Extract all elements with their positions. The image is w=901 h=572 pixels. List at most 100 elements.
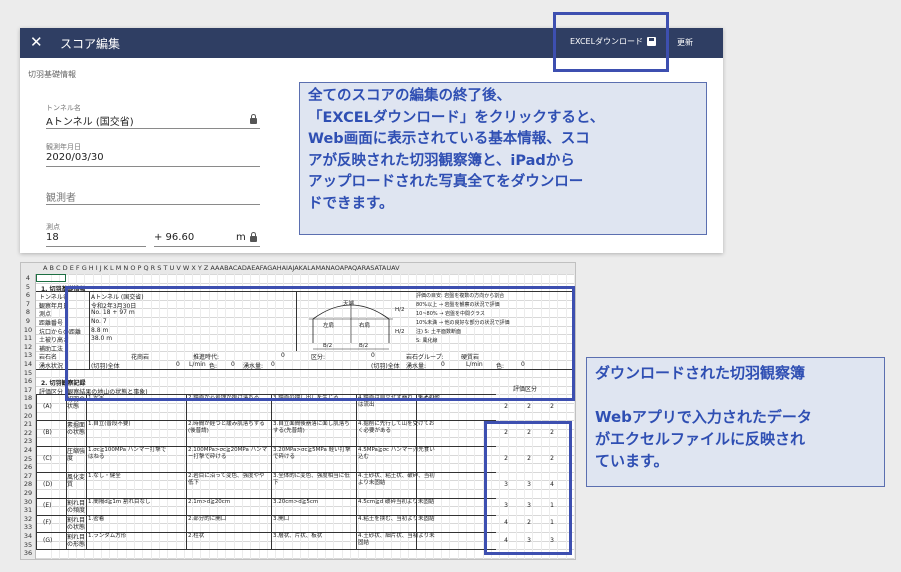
callout-spacer xyxy=(595,384,876,406)
eval-row-id: (B) xyxy=(43,429,52,437)
callout-line: ドできます。 xyxy=(308,195,394,212)
sheet-border xyxy=(271,497,272,515)
eval-option: 3.20MPa>σc≧5MPa 軽い打撃で砕ける xyxy=(273,447,351,460)
sheet-border xyxy=(86,497,87,515)
callout-line: Web画面に表示されている基本情報、スコ xyxy=(308,131,590,147)
eval-option: 4.5MPa≧σc ハンマー刃先食い込む xyxy=(358,447,435,460)
sheet-border xyxy=(66,420,67,446)
callout-line: アが反映された切羽観察簿と、iPadから xyxy=(308,152,575,169)
observer-field[interactable]: 観測者 xyxy=(46,189,76,204)
sheet-border xyxy=(86,420,87,446)
sheet-border xyxy=(36,549,496,551)
sheet-border xyxy=(416,471,417,498)
eval-score: 2 xyxy=(527,403,531,411)
page-title: スコア編集 xyxy=(60,37,121,51)
callout-line: 「EXCELダウンロード」をクリックすると、 xyxy=(308,109,605,126)
eval-option: 2.時間が経つと緩み肌落ちする(後普請) xyxy=(188,421,265,435)
sheet-explanation-callout: ダウンロードされた切羽観察簿 Webアプリで入力されたデータ がエクセルファイル… xyxy=(586,357,885,487)
sheet-border xyxy=(416,446,417,472)
station-plus-field: + 96.60 xyxy=(154,232,195,243)
eval-option: 1.自立(普段不要) xyxy=(88,421,131,428)
section-label: 切羽基礎情報 xyxy=(28,70,76,79)
sheet-border xyxy=(66,446,67,472)
date-underline xyxy=(46,166,260,167)
download-explanation-callout: 全てのスコアの編集の終了後、 「EXCELダウンロード」をクリックすると、 We… xyxy=(299,82,707,235)
observer-underline xyxy=(46,204,260,205)
eval-option: 4.粘土を挟む、当初より未固結 xyxy=(358,515,435,522)
sheet-border xyxy=(66,471,67,498)
sheet-border xyxy=(86,514,87,532)
sheet-border xyxy=(186,446,187,472)
eval-row-id: (A) xyxy=(43,403,52,411)
sheet-border xyxy=(271,471,272,498)
sheet-border xyxy=(86,532,87,550)
sheet-border xyxy=(416,514,417,532)
sheet-border xyxy=(86,471,87,498)
eval-option: 1.間隔d≧1m 割れ目なし xyxy=(88,498,151,505)
station-unit: m xyxy=(236,232,246,243)
sheet-border xyxy=(36,532,37,550)
station-label: 測点 xyxy=(46,223,60,231)
lock-icon xyxy=(250,232,257,242)
eval-row-name: 割れ目の形態 xyxy=(67,534,86,548)
eval-option: 1.ランダム方形 xyxy=(88,533,127,539)
sheet-border xyxy=(186,420,187,446)
station-underline xyxy=(46,246,146,247)
close-icon[interactable]: ✕ xyxy=(30,33,43,51)
tunnel-label: トンネル名 xyxy=(46,104,81,112)
eval-option: 4.5cm≧d 破砕当初より未固結 xyxy=(358,498,435,505)
date-label: 観測年月日 xyxy=(46,143,81,151)
sheet-border xyxy=(271,532,272,550)
callout-line: ています。 xyxy=(595,452,669,470)
eval-option: 2.1m>d≧20cm xyxy=(188,498,231,505)
update-button[interactable]: 更新 xyxy=(677,37,693,48)
eval-row-id: (C) xyxy=(43,454,52,462)
sheet-border xyxy=(66,514,67,532)
sheet-border xyxy=(36,514,37,532)
download-highlight-box xyxy=(553,12,669,72)
eval-row-id: (G) xyxy=(43,536,53,544)
sheet-border xyxy=(186,497,187,515)
sheet-border xyxy=(271,420,272,446)
sheet-border xyxy=(66,532,67,550)
sheet-border xyxy=(36,497,37,515)
eval-option: 3.20cm>d≧5cm xyxy=(273,498,319,505)
selected-cell[interactable] xyxy=(36,274,66,282)
eval-row-id: (D) xyxy=(43,480,53,488)
tunnel-field: Aトンネル (国交省) xyxy=(46,117,134,128)
sheet-border xyxy=(36,446,37,472)
date-field[interactable]: 2020/03/30 xyxy=(46,152,104,163)
eval-row-id: (F) xyxy=(43,519,52,527)
eval-option: 2.柱状 xyxy=(188,533,205,539)
eval-option: 2.岩目に沿って変色、強度やや低下 xyxy=(188,472,265,486)
tunnel-underline xyxy=(46,128,260,129)
eval-score: 2 xyxy=(550,403,554,411)
sheet-border xyxy=(356,420,357,446)
eval-option: 3.全体的に変色、強度相当に低下 xyxy=(273,472,350,486)
sheet-border xyxy=(356,471,357,498)
sheet-border xyxy=(416,532,417,550)
callout-heading: ダウンロードされた切羽観察簿 xyxy=(595,364,806,382)
sheet-border xyxy=(356,514,357,532)
eval-option: 3.自立面間後崩落に面し肌落ちする(先普請) xyxy=(273,421,350,435)
eval-option: 1.σc≧100MPa ハンマー打撃ではねる xyxy=(88,447,167,460)
sheet-border xyxy=(86,446,87,472)
sheet-border xyxy=(186,471,187,498)
basic-info-highlight-box xyxy=(65,286,575,401)
grid-col-line xyxy=(59,274,61,559)
eval-option: 3.開口 xyxy=(273,515,290,522)
sheet-border xyxy=(356,532,357,550)
callout-line: がエクセルファイルに反映され xyxy=(595,430,806,448)
callout-line: Webアプリで入力されたデータ xyxy=(595,408,812,426)
sheet-border xyxy=(36,471,37,498)
sheet-border xyxy=(416,420,417,446)
eval-option: 1.密着 xyxy=(88,515,105,522)
sheet-border xyxy=(356,446,357,472)
station-field[interactable]: 18 xyxy=(46,232,59,243)
eval-row-name: 素掘面の状態 xyxy=(67,422,86,437)
grid-col-line xyxy=(51,274,52,559)
sheet-border xyxy=(186,514,187,532)
station-plus-underline xyxy=(154,246,260,247)
eval-option: 1.なし・健全 xyxy=(88,472,121,479)
lock-icon xyxy=(250,114,257,124)
